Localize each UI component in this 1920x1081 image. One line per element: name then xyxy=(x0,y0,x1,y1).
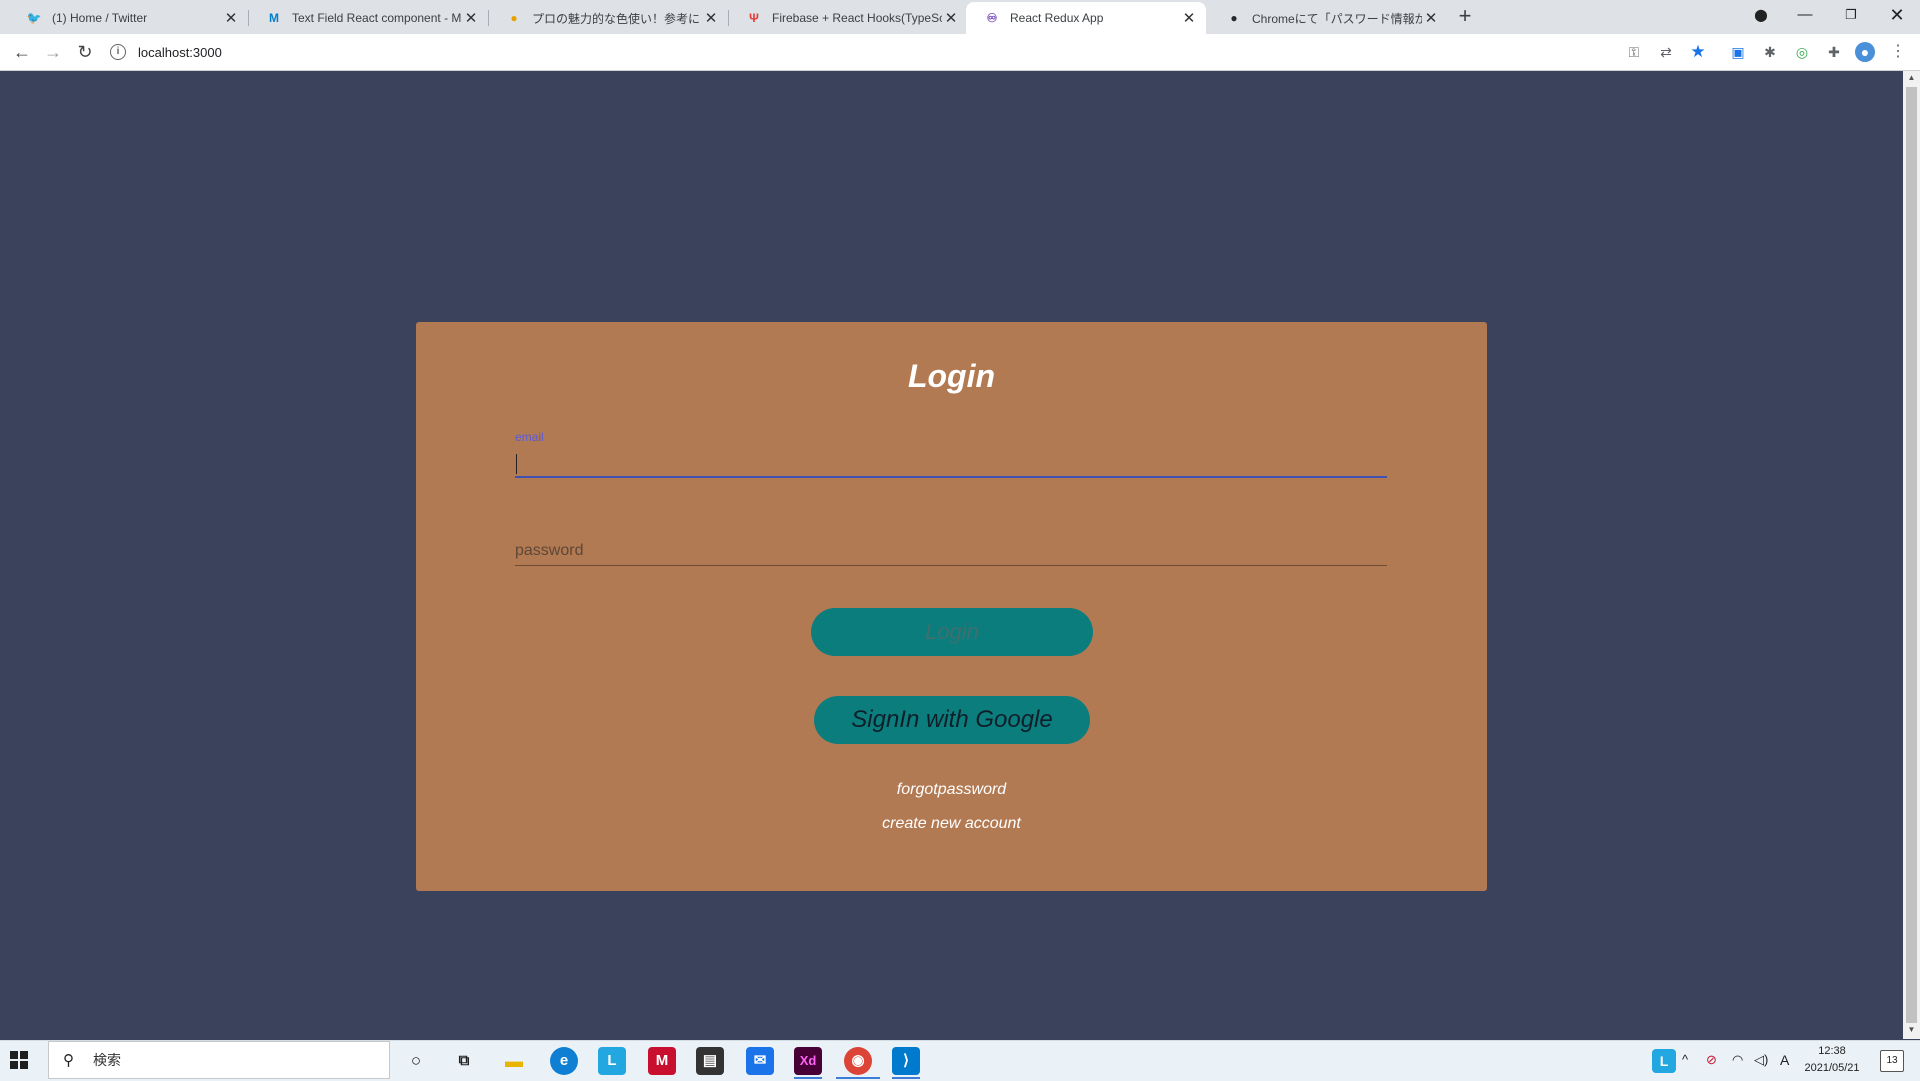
tab-title: Text Field React component - Mat xyxy=(292,11,462,25)
key-icon[interactable]: ⚿ xyxy=(1624,42,1644,62)
scroll-down-icon[interactable]: ▼ xyxy=(1903,1025,1920,1034)
twitter-icon: 🐦 xyxy=(26,11,42,25)
restore-icon[interactable]: ❐ xyxy=(1828,0,1874,32)
task-view-icon[interactable]: ⧉ xyxy=(450,1047,478,1075)
email-field-label-area: email xyxy=(515,430,1387,480)
line-icon[interactable]: L xyxy=(598,1047,626,1075)
bookmark-star-icon[interactable]: ★ xyxy=(1688,42,1708,62)
minimize-icon[interactable]: — xyxy=(1782,0,1828,32)
tab-chrome-password[interactable]: ● Chromeにて「パスワード情報が漏洩し ✕ xyxy=(1208,2,1448,34)
edge-icon[interactable]: e xyxy=(550,1047,578,1075)
chrome-icon[interactable]: ◉ xyxy=(844,1047,872,1075)
notification-center-icon[interactable]: 13 xyxy=(1880,1050,1904,1072)
close-icon[interactable]: ✕ xyxy=(222,9,240,27)
address-bar[interactable]: i localhost:3000 xyxy=(110,41,222,63)
tab-color-article[interactable]: ● プロの魅力的な色使い！参考にした ✕ xyxy=(488,2,728,34)
search-placeholder: 検索 xyxy=(93,1052,121,1068)
running-indicator xyxy=(836,1077,880,1079)
tab-react-redux-app[interactable]: ♾ React Redux App ✕ xyxy=(966,2,1206,34)
profile-avatar-icon[interactable]: ● xyxy=(1855,42,1875,62)
create-account-link[interactable]: create new account xyxy=(416,815,1487,833)
scroll-up-icon[interactable]: ▲ xyxy=(1903,73,1920,82)
login-button[interactable]: Login xyxy=(811,608,1093,656)
site-info-icon[interactable]: i xyxy=(110,44,126,60)
close-icon[interactable]: ✕ xyxy=(1422,9,1440,27)
login-card: Login email password Login SignIn with G… xyxy=(416,322,1487,891)
page-viewport: Login email password Login SignIn with G… xyxy=(0,71,1903,1039)
login-title: Login xyxy=(907,358,996,394)
vscode-icon[interactable]: ⟩ xyxy=(892,1047,920,1075)
password-placeholder: password xyxy=(515,542,584,559)
tab-material-ui[interactable]: M Text Field React component - Mat ✕ xyxy=(248,2,488,34)
file-explorer-icon[interactable]: ▬ xyxy=(500,1047,528,1075)
github-icon: ● xyxy=(1230,11,1238,25)
tab-search-icon[interactable]: ⬤ xyxy=(1738,0,1784,32)
scroll-thumb[interactable] xyxy=(1906,87,1917,1023)
page-scrollbar[interactable]: ▲ ▼ xyxy=(1903,71,1920,1039)
address-text: localhost:3000 xyxy=(138,44,222,60)
reload-icon[interactable]: ↻ xyxy=(73,40,97,64)
puzzle-icon[interactable]: ✚ xyxy=(1824,42,1844,62)
material-ui-icon: M xyxy=(269,11,279,25)
close-icon[interactable]: ✕ xyxy=(942,9,960,27)
taskbar-clock[interactable]: 12:38 2021/05/21 xyxy=(1800,1043,1864,1077)
tab-firebase-article[interactable]: Ψ Firebase + React Hooks(TypeScri ✕ xyxy=(728,2,968,34)
forward-icon[interactable]: → xyxy=(41,40,65,64)
clock-date: 2021/05/21 xyxy=(1804,1062,1860,1074)
mail-icon[interactable]: ✉ xyxy=(746,1047,774,1075)
mcafee-icon[interactable]: M xyxy=(648,1047,676,1075)
extension-icon[interactable]: ◎ xyxy=(1792,42,1812,62)
site-icon: ● xyxy=(510,11,518,25)
close-icon[interactable]: ✕ xyxy=(462,9,480,27)
close-icon[interactable]: ✕ xyxy=(702,9,720,27)
ime-indicator[interactable]: A xyxy=(1780,1052,1789,1068)
google-signin-button[interactable]: SignIn with Google xyxy=(814,696,1090,744)
redux-icon: ♾ xyxy=(986,11,998,25)
tab-title: Chromeにて「パスワード情報が漏洩し xyxy=(1252,11,1422,26)
windows-start-icon[interactable] xyxy=(10,1051,30,1071)
line-tray-icon[interactable]: L xyxy=(1652,1049,1676,1073)
cortana-icon[interactable]: ○ xyxy=(402,1047,430,1075)
search-icon: ⚲ xyxy=(63,1052,74,1069)
taskbar-search-box[interactable]: ⚲ 検索 xyxy=(48,1041,390,1079)
forgot-password-link[interactable]: forgotpassword xyxy=(416,781,1487,799)
close-icon[interactable]: ✕ xyxy=(1180,9,1198,27)
clock-time: 12:38 xyxy=(1818,1045,1846,1057)
new-tab-icon[interactable]: + xyxy=(1454,5,1476,28)
extension-icon[interactable]: ✱ xyxy=(1760,42,1780,62)
running-indicator xyxy=(794,1077,822,1079)
tab-title: プロの魅力的な色使い！参考にした xyxy=(532,11,702,26)
adobe-xd-icon[interactable]: Xd xyxy=(794,1047,822,1075)
password-underline xyxy=(515,565,1387,566)
speaker-icon[interactable]: ◁) xyxy=(1754,1052,1768,1068)
running-indicator xyxy=(892,1077,920,1079)
chevron-up-icon[interactable]: ^ xyxy=(1682,1052,1688,1067)
tab-twitter[interactable]: 🐦 (1) Home / Twitter ✕ xyxy=(8,2,248,34)
mcafee-tray-icon[interactable]: ⊘ xyxy=(1706,1052,1717,1068)
notification-count: 13 xyxy=(1886,1055,1898,1066)
email-label: email xyxy=(515,430,544,444)
translate-icon[interactable]: ⇄ xyxy=(1656,42,1676,62)
text-caret xyxy=(516,454,517,474)
tab-strip: 🐦 (1) Home / Twitter ✕ M Text Field Reac… xyxy=(0,0,1920,34)
back-icon[interactable]: ← xyxy=(10,40,34,64)
qiita-icon: Ψ xyxy=(749,11,759,25)
password-field[interactable]: password xyxy=(515,542,1387,566)
menu-icon[interactable]: ⋮ xyxy=(1888,42,1908,62)
wifi-icon[interactable]: ◠ xyxy=(1732,1052,1743,1068)
email-underline xyxy=(515,476,1387,478)
tab-title: (1) Home / Twitter xyxy=(52,11,148,25)
cast-icon[interactable]: ▣ xyxy=(1728,42,1748,62)
tab-title: React Redux App xyxy=(1010,11,1104,25)
tab-title: Firebase + React Hooks(TypeScri xyxy=(772,11,942,25)
store-icon[interactable]: ▤ xyxy=(696,1047,724,1075)
close-window-icon[interactable]: ✕ xyxy=(1874,0,1920,32)
